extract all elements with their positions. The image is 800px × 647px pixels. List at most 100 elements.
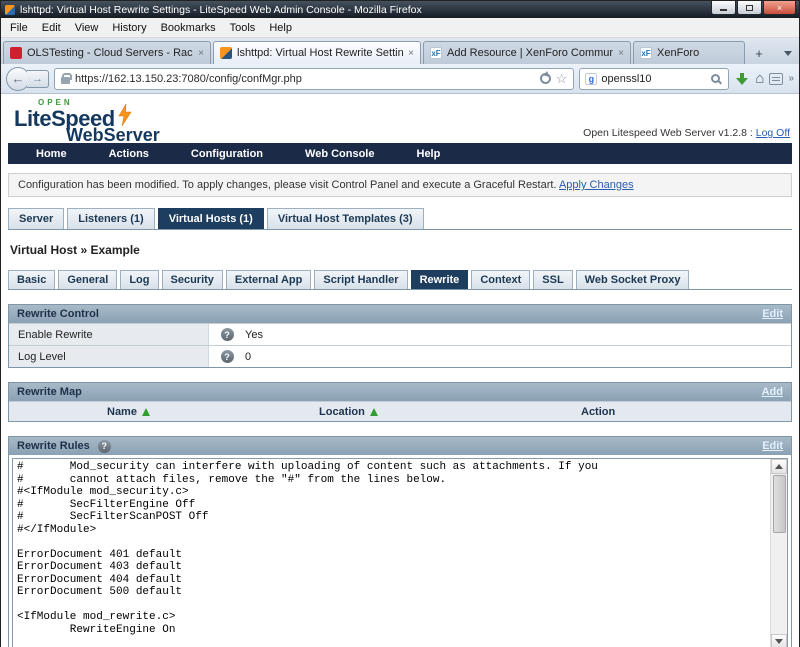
- new-tab-button[interactable]: +: [747, 43, 771, 63]
- sort-ascending-icon[interactable]: [141, 407, 150, 416]
- rewrite-map-column-headers: Name Location Action: [9, 401, 791, 421]
- list-all-tabs-button[interactable]: [779, 43, 797, 63]
- tab-web-socket-proxy[interactable]: Web Socket Proxy: [575, 270, 690, 289]
- browser-tab-bar: OLSTesting - Cloud Servers - Racks... × …: [1, 38, 799, 64]
- menu-help[interactable]: Help: [262, 20, 299, 36]
- rewrite-rules-textarea[interactable]: # Mod_security can interfere with upload…: [12, 458, 788, 647]
- add-rewrite-map-link[interactable]: Add: [762, 386, 783, 398]
- xenforo-favicon: xF: [640, 47, 652, 59]
- vhost-tabs: Basic General Log Security External App …: [8, 270, 792, 290]
- reload-icon[interactable]: [539, 73, 551, 84]
- chevron-down-icon: [784, 50, 792, 56]
- window-icon: [5, 4, 15, 15]
- column-header-location[interactable]: Location: [319, 406, 581, 418]
- xenforo-favicon: xF: [430, 47, 442, 59]
- help-icon[interactable]: ?: [220, 328, 234, 341]
- url-text[interactable]: https://162.13.150.23:7080/config/confMg…: [75, 73, 535, 85]
- url-bar[interactable]: https://162.13.150.23:7080/config/confMg…: [54, 67, 575, 90]
- tab-virtual-hosts[interactable]: Virtual Hosts (1): [157, 208, 264, 229]
- help-icon[interactable]: ?: [220, 350, 234, 363]
- nav-home[interactable]: Home: [36, 148, 67, 160]
- tab-ssl[interactable]: SSL: [533, 270, 573, 289]
- menu-bar: File Edit View History Bookmarks Tools H…: [1, 18, 799, 38]
- section-title: Rewrite Rules: [17, 440, 90, 452]
- log-off-link[interactable]: Log Off: [756, 127, 790, 139]
- section-title: Rewrite Control: [17, 308, 99, 320]
- breadcrumb: Virtual Host » Example: [10, 243, 140, 257]
- google-search-engine-icon[interactable]: g: [585, 72, 598, 85]
- downloads-button[interactable]: [734, 72, 750, 85]
- sort-ascending-icon[interactable]: [369, 407, 378, 416]
- close-button[interactable]: ×: [763, 1, 796, 15]
- tab-rewrite[interactable]: Rewrite: [410, 270, 469, 289]
- forward-button[interactable]: →: [27, 69, 49, 88]
- tab-log[interactable]: Log: [120, 270, 159, 289]
- scroll-up-button[interactable]: [771, 459, 787, 474]
- notice-text: Configuration has been modified. To appl…: [18, 179, 557, 191]
- navigation-toolbar: ← → https://162.13.150.23:7080/config/co…: [1, 64, 799, 94]
- rewrite-map-section: Rewrite Map Add Name Location Action: [8, 382, 792, 422]
- browser-tab-xenforo-add-resource[interactable]: xF Add Resource | XenForo Community ×: [423, 41, 631, 64]
- scroll-down-button[interactable]: [771, 634, 787, 647]
- edit-rewrite-rules-link[interactable]: Edit: [762, 440, 783, 452]
- scrollbar-thumb[interactable]: [772, 475, 786, 533]
- minimize-button[interactable]: [711, 1, 736, 15]
- bookmarks-panel-button[interactable]: [769, 72, 784, 85]
- edit-rewrite-control-link[interactable]: Edit: [762, 308, 783, 320]
- arrow-down-icon: [775, 639, 783, 644]
- column-header-action: Action: [581, 405, 616, 418]
- tab-virtual-host-templates[interactable]: Virtual Host Templates (3): [266, 208, 424, 229]
- menu-edit[interactable]: Edit: [35, 20, 68, 36]
- column-header-name[interactable]: Name: [107, 406, 319, 418]
- browser-tab-xenforo[interactable]: xF XenForo: [633, 41, 745, 64]
- browser-tab-lshttpd[interactable]: lshttpd: Virtual Host Rewrite Setting...…: [213, 41, 421, 64]
- restart-notice: Configuration has been modified. To appl…: [8, 173, 792, 197]
- menu-history[interactable]: History: [105, 20, 153, 36]
- row-value: Yes: [245, 328, 263, 341]
- help-icon[interactable]: ?: [97, 439, 111, 453]
- site-header: OPEN LiteSpeed WebServer Open Litespeed …: [8, 94, 792, 145]
- row-value: 0: [245, 350, 252, 363]
- maximize-button[interactable]: [737, 1, 762, 15]
- tab-close-icon[interactable]: ×: [198, 48, 204, 59]
- search-magnifier-icon[interactable]: [711, 74, 721, 83]
- admin-nav-bar: Home Actions Configuration Web Console H…: [8, 143, 792, 164]
- tab-context[interactable]: Context: [471, 270, 531, 289]
- minimize-icon: [720, 9, 727, 11]
- menu-bookmarks[interactable]: Bookmarks: [154, 20, 223, 36]
- search-input[interactable]: g openssl10: [579, 67, 730, 90]
- menu-file[interactable]: File: [3, 20, 35, 36]
- menu-tools[interactable]: Tools: [223, 20, 263, 36]
- rewrite-control-header: Rewrite Control Edit: [9, 305, 791, 323]
- bookmark-star-icon[interactable]: ☆: [556, 72, 568, 85]
- tab-external-app[interactable]: External App: [225, 270, 312, 289]
- page-content: OPEN LiteSpeed WebServer Open Litespeed …: [1, 94, 799, 647]
- toolbar-overflow-chevron[interactable]: »: [788, 73, 794, 84]
- tab-security[interactable]: Security: [161, 270, 223, 289]
- tab-script-handler[interactable]: Script Handler: [314, 270, 408, 289]
- nav-web-console[interactable]: Web Console: [305, 148, 374, 160]
- apply-changes-link[interactable]: Apply Changes: [559, 179, 634, 191]
- window-titlebar: lshttpd: Virtual Host Rewrite Settings -…: [1, 1, 799, 18]
- rewrite-control-section: Rewrite Control Edit Enable Rewrite ? Ye…: [8, 304, 792, 368]
- rewrite-rules-content[interactable]: # Mod_security can interfere with upload…: [13, 459, 787, 647]
- nav-configuration[interactable]: Configuration: [191, 148, 263, 160]
- nav-help[interactable]: Help: [417, 148, 441, 160]
- vertical-scrollbar[interactable]: [770, 459, 787, 647]
- version-text: Open Litespeed Web Server v1.2.8 :: [583, 127, 753, 139]
- tab-listeners[interactable]: Listeners (1): [67, 208, 155, 229]
- menu-view[interactable]: View: [68, 20, 106, 36]
- tab-close-icon[interactable]: ×: [618, 48, 624, 59]
- download-arrow-icon: [736, 77, 749, 85]
- tab-server[interactable]: Server: [8, 208, 65, 229]
- home-button[interactable]: ⌂: [755, 71, 764, 86]
- table-row: Enable Rewrite ? Yes: [9, 323, 791, 345]
- version-line: Open Litespeed Web Server v1.2.8 : Log O…: [583, 127, 790, 139]
- rewrite-rules-header: Rewrite Rules ? Edit: [9, 437, 791, 455]
- browser-tab-olstesting[interactable]: OLSTesting - Cloud Servers - Racks... ×: [3, 41, 211, 64]
- search-text[interactable]: openssl10: [601, 73, 707, 85]
- nav-actions[interactable]: Actions: [109, 148, 149, 160]
- tab-close-icon[interactable]: ×: [408, 48, 414, 59]
- tab-basic[interactable]: Basic: [8, 270, 56, 289]
- tab-general[interactable]: General: [58, 270, 118, 289]
